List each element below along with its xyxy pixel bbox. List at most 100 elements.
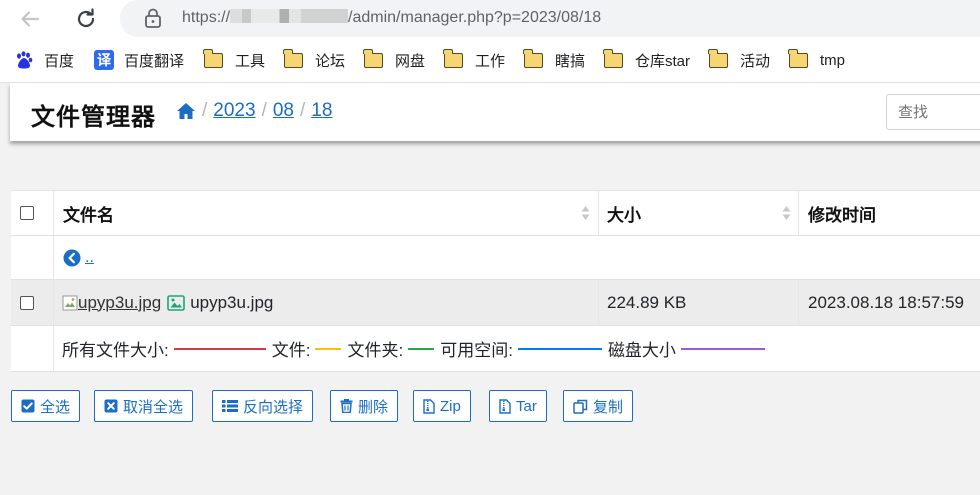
close-square-icon [104, 399, 118, 413]
list-icon [222, 400, 238, 412]
baidu-paw-icon [17, 51, 33, 69]
translate-icon: 译 [94, 50, 114, 70]
file-thumbnail-alt: upyp3u.jpg [78, 292, 162, 312]
file-name-cell[interactable]: upyp3u.jpg upyp3u.jpg [62, 280, 273, 325]
bookmark-label: 工作 [475, 52, 506, 70]
folder-icon [603, 48, 623, 68]
breadcrumb-2023[interactable]: 2023 [213, 100, 255, 122]
breadcrumb-separator: / [299, 100, 306, 121]
totals-summary: 所有文件大小: 文件: 文件夹: 可用空间: 磁盘大小 [62, 326, 771, 371]
bookmark-label: 论坛 [315, 52, 346, 70]
breadcrumb-separator: / [202, 100, 208, 121]
check-square-icon [21, 399, 35, 413]
url-text[interactable]: https:// /admin/manager.php?p=2023/08/18 [182, 9, 601, 27]
bookmark-label: 工具 [235, 52, 266, 70]
select-all-button[interactable]: 全选 [11, 390, 81, 422]
file-count-label: 文件: [271, 341, 311, 360]
column-header-size[interactable]: 大小 [607, 191, 641, 235]
bookmark-folder-repo-star[interactable]: 仓库star [603, 48, 691, 70]
tar-button[interactable]: Tar [489, 390, 547, 422]
bookmark-label: 仓库star [635, 52, 691, 70]
page-title: 文件管理器 [31, 104, 156, 131]
zip-button[interactable]: Zip [413, 390, 471, 422]
bookmark-folder-tools[interactable]: 工具 [203, 48, 266, 70]
reload-icon[interactable] [73, 6, 99, 32]
file-archive-icon [499, 398, 511, 414]
total-size-value [173, 347, 266, 350]
disk-size-value [680, 347, 765, 350]
parent-directory-text[interactable]: .. [85, 249, 94, 267]
row-checkbox[interactable] [20, 295, 34, 310]
file-archive-icon [423, 398, 435, 414]
column-header-modified[interactable]: 修改时间 [808, 191, 876, 235]
parent-directory-row: .. [11, 236, 980, 280]
parent-directory-link[interactable]: .. [63, 236, 94, 279]
bookmark-label: 瞎搞 [555, 52, 586, 70]
column-header-name[interactable]: 文件名 [63, 191, 114, 235]
bookmark-label: 活动 [740, 52, 771, 70]
chevron-circle-left-icon [63, 249, 81, 266]
file-count-value [315, 347, 342, 350]
home-icon[interactable] [176, 102, 196, 120]
unselect-all-button[interactable]: 取消全选 [94, 390, 194, 422]
bookmark-label: 百度翻译 [124, 52, 185, 70]
folder-icon [788, 48, 808, 68]
sort-icon[interactable] [581, 205, 590, 221]
table-row[interactable]: upyp3u.jpg upyp3u.jpg 224.89 KB 2023.08.… [11, 280, 980, 326]
broken-image-icon [62, 295, 78, 310]
file-size: 224.89 KB [607, 292, 687, 312]
free-space-label: 可用空间: [440, 341, 513, 360]
lock-icon[interactable] [144, 8, 162, 28]
bookmark-folder-events[interactable]: 活动 [708, 48, 771, 70]
folder-icon [708, 48, 728, 68]
bookmark-folder-work[interactable]: 工作 [443, 48, 506, 70]
breadcrumb-separator: / [261, 100, 267, 121]
breadcrumb-18[interactable]: 18 [311, 100, 332, 122]
file-table: 文件名 大小 修改时间 .. upyp3u.jpg upyp3u.jpg 224… [11, 190, 980, 372]
file-thumbnail-broken[interactable]: upyp3u.jpg [62, 293, 161, 313]
image-file-icon [167, 294, 185, 311]
file-name[interactable]: upyp3u.jpg [190, 293, 273, 313]
bookmark-baidu[interactable]: 百度 [14, 50, 74, 70]
bookmarks-bar: 百度 译 百度翻译 工具 论坛 网盘 工作 瞎搞 仓库star 活动 tmp [0, 38, 980, 83]
free-space-value [517, 347, 602, 350]
search-input[interactable] [886, 94, 980, 130]
bookmark-label: 网盘 [395, 52, 426, 70]
file-modified: 2023.08.18 18:57:59 [808, 292, 964, 312]
bookmark-baidu-translate[interactable]: 译 百度翻译 [94, 50, 184, 70]
invert-selection-button[interactable]: 反向选择 [212, 390, 314, 422]
browser-toolbar: https:// /admin/manager.php?p=2023/08/18 [0, 0, 980, 38]
total-size-label: 所有文件大小: [62, 341, 169, 360]
bookmark-label: tmp [820, 51, 846, 69]
select-all-checkbox[interactable] [20, 206, 34, 220]
address-bar[interactable]: https:// /admin/manager.php?p=2023/08/18 [120, 0, 980, 37]
delete-button[interactable]: 删除 [330, 390, 399, 422]
bookmark-folder-forum[interactable]: 论坛 [283, 48, 346, 70]
table-header-row: 文件名 大小 修改时间 [11, 191, 980, 236]
url-scheme: https:// [182, 9, 231, 26]
bookmark-label: 百度 [44, 52, 75, 70]
breadcrumb-08[interactable]: 08 [273, 100, 294, 122]
folder-count-value [408, 347, 435, 350]
folder-icon [203, 48, 223, 68]
folder-icon [523, 48, 543, 68]
disk-size-label: 磁盘大小 [607, 341, 676, 360]
bookmark-folder-tinker[interactable]: 瞎搞 [523, 48, 586, 70]
trash-icon [340, 399, 353, 413]
bookmark-folder-tmp[interactable]: tmp [788, 48, 846, 70]
url-redacted-host [230, 9, 349, 23]
back-arrow-icon[interactable] [17, 6, 43, 32]
totals-row: 所有文件大小: 文件: 文件夹: 可用空间: 磁盘大小 [11, 326, 980, 372]
bookmark-folder-netdisk[interactable]: 网盘 [363, 48, 426, 70]
copy-button[interactable]: 复制 [563, 390, 634, 422]
folder-count-label: 文件夹: [347, 341, 404, 360]
folder-icon [363, 48, 383, 68]
sort-icon[interactable] [782, 205, 791, 221]
folder-icon [443, 48, 463, 68]
app-navbar: 文件管理器 / 2023 / 08 / 18 [10, 83, 980, 141]
folder-icon [283, 48, 303, 68]
breadcrumb: / 2023 / 08 / 18 [176, 100, 332, 122]
url-path: /admin/manager.php?p=2023/08/18 [348, 9, 602, 26]
translate-glyph: 译 [97, 52, 111, 68]
copy-icon [573, 399, 588, 414]
